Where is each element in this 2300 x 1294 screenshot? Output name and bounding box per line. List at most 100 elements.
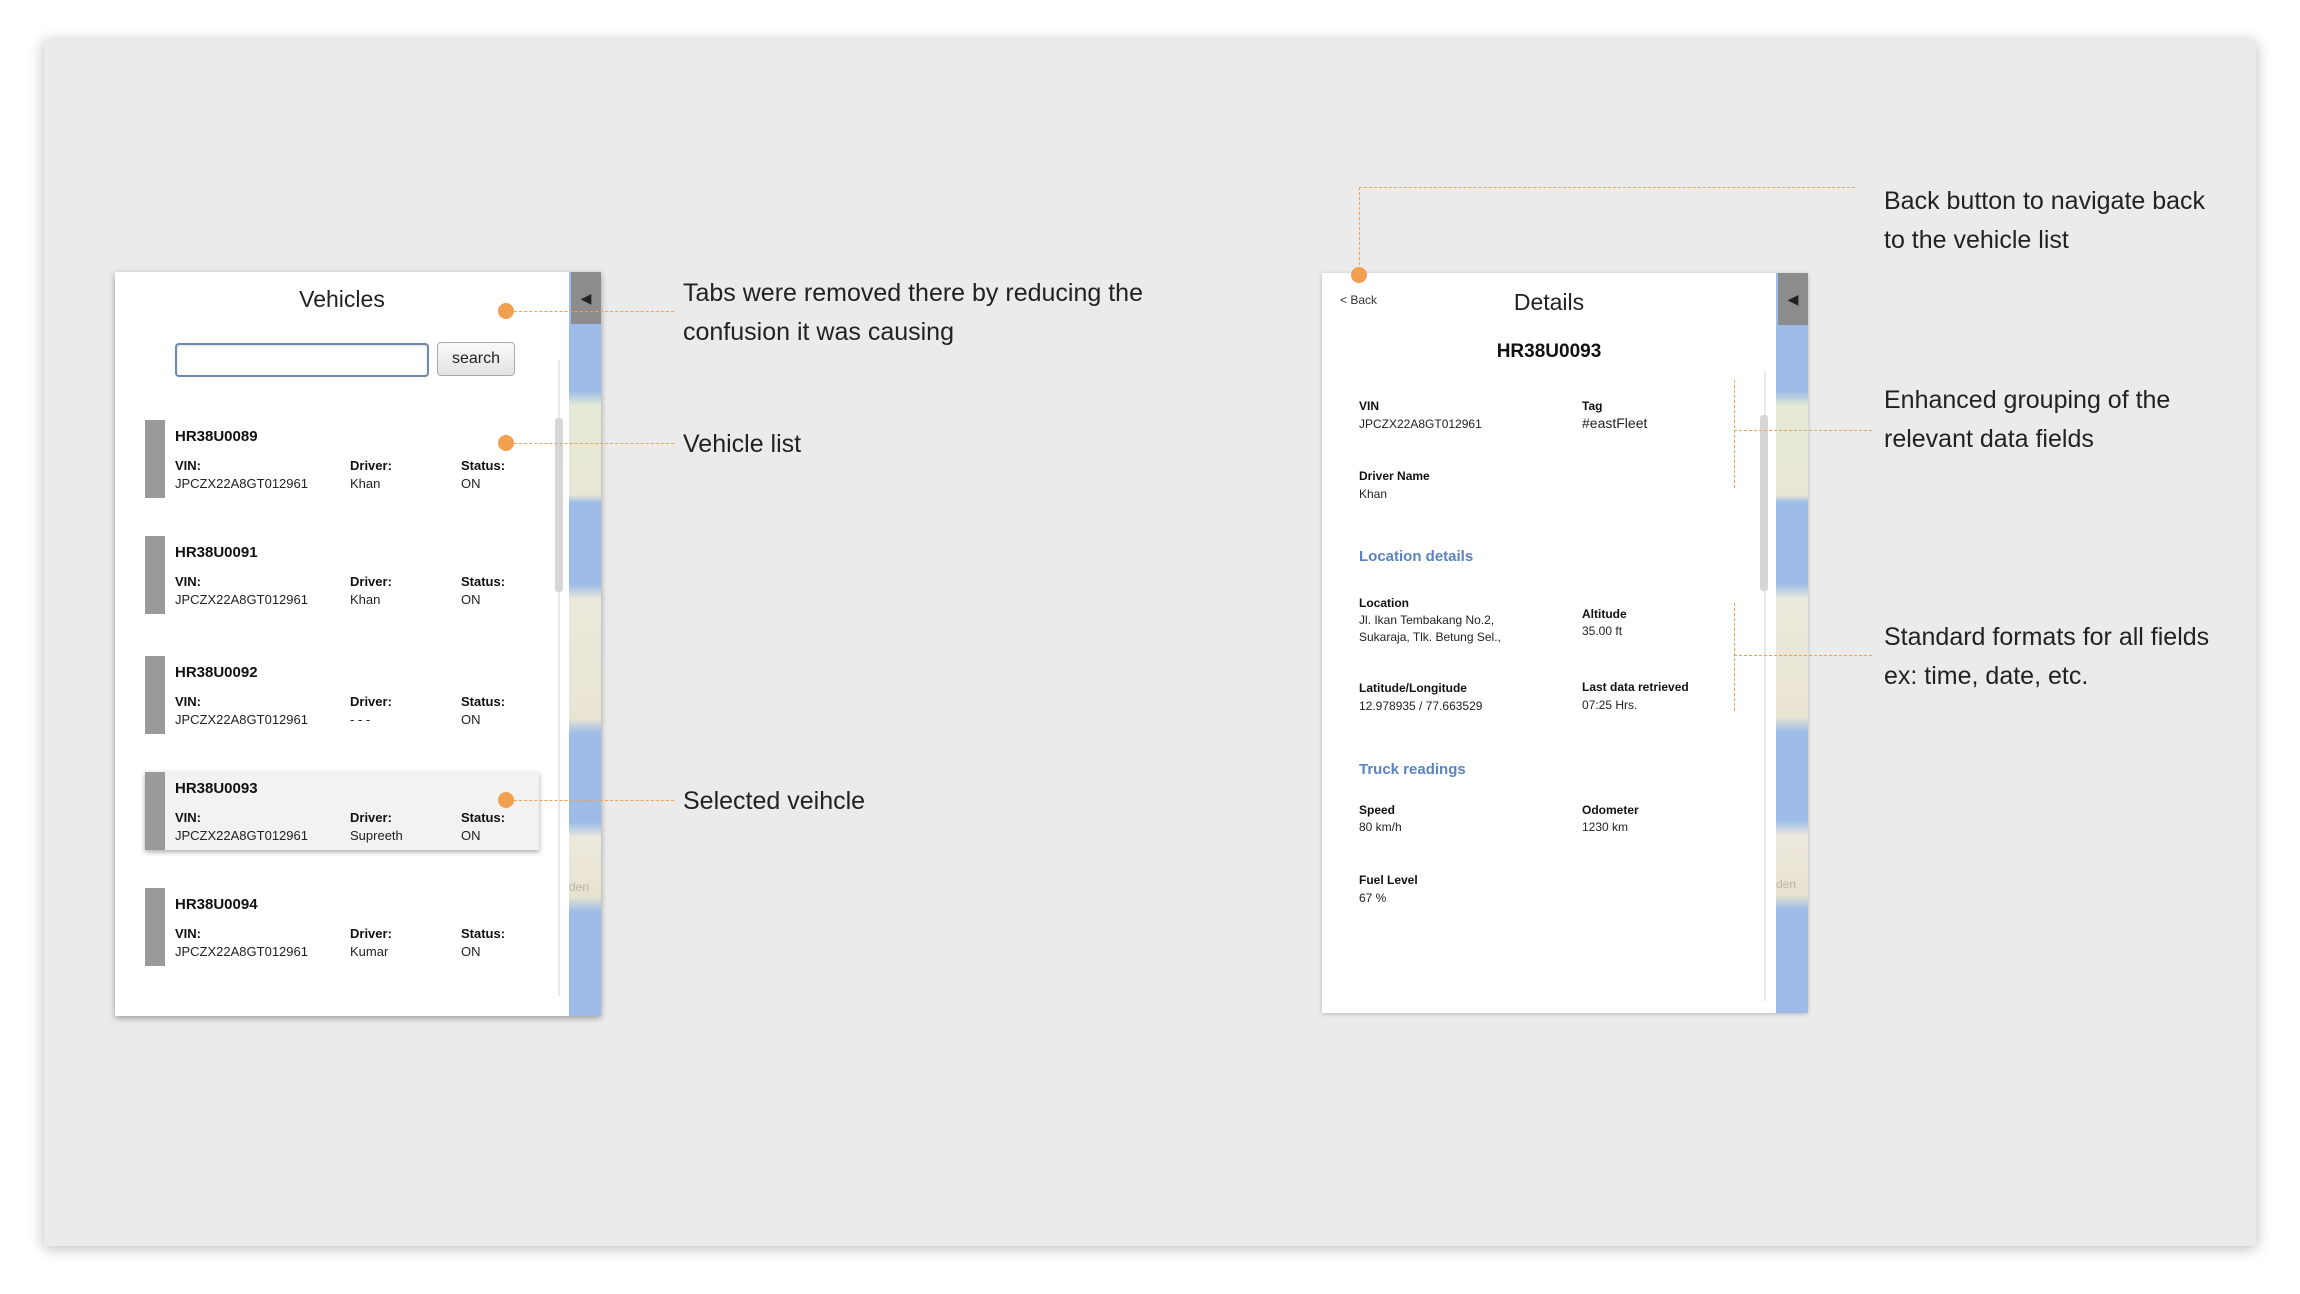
vehicle-list-item[interactable]: HR38U0094 VIN: JPCZX22A8GT012961 Driver: Kum… (145, 888, 539, 966)
status-label: Status: (461, 926, 506, 941)
vin-value: JPCZX22A8GT012961 (175, 712, 308, 727)
latlong-label: Latitude/Longitude (1359, 681, 1467, 695)
vin-value: JPCZX22A8GT012961 (175, 592, 308, 607)
vehicle-id: HR38U0089 (175, 428, 258, 445)
vehicle-color-bar (145, 420, 165, 498)
driver-label: Driver: (350, 810, 392, 825)
location-address-line2: Sukaraja, Tlk. Betung Sel., (1359, 630, 1501, 644)
vin-label: VIN: (175, 458, 201, 473)
status-label: Status: (461, 694, 506, 709)
annotation-leader-line (1734, 655, 1872, 656)
vehicle-list-item[interactable]: HR38U0092 VIN: JPCZX22A8GT012961 Driver: - -… (145, 656, 539, 734)
annotation-back-button: Back button to navigate back to the vehi… (1884, 187, 2206, 254)
annotation-dot (498, 792, 514, 808)
annotation-dot (498, 435, 514, 451)
status-label: Status: (461, 810, 506, 825)
driver-value: - - - (350, 712, 371, 727)
altitude-label: Altitude (1582, 607, 1627, 621)
status-value: ON (461, 944, 481, 959)
vehicle-color-bar (145, 536, 165, 614)
triangle-left-icon: ◀ (580, 289, 592, 306)
scrollbar-thumb[interactable] (1760, 415, 1768, 591)
truck-readings-heading: Truck readings (1359, 761, 1466, 778)
driver-value: Khan (350, 476, 381, 491)
annotation-vehicle-list: Vehicle list (683, 430, 802, 458)
vin-value: JPCZX22A8GT012961 (1359, 417, 1482, 431)
vehicle-list-item[interactable]: HR38U0091 VIN: JPCZX22A8GT012961 Driver: Kha… (145, 536, 539, 614)
annotation-leader-line (1734, 430, 1872, 431)
status-value: ON (461, 476, 481, 491)
annotation-tabs-removed: Tabs were removed there by reducing the … (683, 279, 1143, 346)
last-data-label: Last data retrieved (1582, 680, 1689, 694)
driver-value: Khan (350, 592, 381, 607)
annotation-leader-line (514, 443, 674, 444)
odometer-value: 1230 km (1582, 820, 1629, 834)
vehicle-id: HR38U0092 (175, 664, 258, 681)
vin-value: JPCZX22A8GT012961 (175, 476, 308, 491)
tag-value: #eastFleet (1582, 415, 1648, 431)
annotation-bracket (1734, 380, 1735, 488)
vehicle-id: HR38U0091 (175, 544, 258, 561)
triangle-left-icon: ◀ (1787, 290, 1799, 307)
last-data-value: 07:25 Hrs. (1582, 698, 1638, 712)
location-details-heading: Location details (1359, 548, 1474, 565)
driver-value: Supreeth (350, 828, 403, 843)
driver-name-value: Khan (1359, 487, 1388, 501)
tag-label: Tag (1582, 399, 1603, 413)
fuel-level-value: 67 % (1359, 891, 1387, 905)
status-value: ON (461, 712, 481, 727)
collapse-panel-button[interactable]: ◀ (571, 272, 601, 324)
vin-label: VIN: (175, 926, 201, 941)
annotation-dot (498, 303, 514, 319)
odometer-label: Odometer (1582, 803, 1639, 817)
speed-label: Speed (1359, 803, 1396, 817)
vehicle-color-bar (145, 888, 165, 966)
vin-label: VIN: (175, 694, 201, 709)
driver-name-label: Driver Name (1359, 469, 1430, 483)
annotation-leader-line (1359, 187, 1360, 275)
driver-label: Driver: (350, 458, 392, 473)
status-value: ON (461, 592, 481, 607)
vehicle-color-bar (145, 656, 165, 734)
annotation-bracket (1734, 603, 1735, 711)
panel-title: Details (1513, 289, 1585, 315)
search-button[interactable]: search (437, 342, 515, 376)
driver-label: Driver: (350, 926, 392, 941)
driver-label: Driver: (350, 694, 392, 709)
annotation-grouping: Enhanced grouping of the relevant data f… (1884, 386, 2171, 453)
status-label: Status: (461, 458, 506, 473)
altitude-value: 35.00 ft (1582, 624, 1623, 638)
vin-label: VIN: (175, 810, 201, 825)
status-value: ON (461, 828, 481, 843)
annotation-leader-line (514, 800, 674, 801)
vin-label: VIN (1359, 399, 1380, 413)
vehicle-id: HR38U0094 (175, 896, 258, 913)
vin-value: JPCZX22A8GT012961 (175, 944, 308, 959)
vehicle-list-item-selected[interactable]: HR38U0093 VIN: JPCZX22A8GT012961 Driver: Sup… (145, 772, 539, 850)
map-place-label: den (569, 880, 590, 894)
vehicle-color-bar (145, 772, 165, 850)
scrollbar-thumb[interactable] (555, 418, 563, 592)
location-address-line1: Jl. Ikan Tembakang No.2, (1359, 613, 1495, 627)
latlong-value: 12.978935 / 77.663529 (1359, 699, 1483, 713)
location-label: Location (1359, 596, 1409, 610)
annotation-dot (1351, 267, 1367, 283)
map-place-label: den (1776, 877, 1797, 891)
vehicle-id-heading: HR38U0093 (1496, 341, 1602, 362)
vin-value: JPCZX22A8GT012961 (175, 828, 308, 843)
annotation-selected-vehicle: Selected veihcle (683, 787, 866, 815)
collapse-panel-button[interactable]: ◀ (1778, 273, 1808, 325)
vehicles-panel: den ◀ Vehicles search HR38U0089 VIN: JPCZX… (115, 272, 601, 1016)
map-strip[interactable]: den (1776, 273, 1808, 1013)
annotation-standard-formats: Standard formats for all fields ex: time… (1884, 623, 2210, 690)
vehicle-list-item[interactable]: HR38U0089 VIN: JPCZX22A8GT012961 Driver: Kha… (145, 420, 539, 498)
status-label: Status: (461, 574, 506, 589)
vehicle-id: HR38U0093 (175, 780, 258, 797)
annotation-leader-line (1359, 187, 1855, 188)
annotation-leader-line (514, 311, 674, 312)
map-strip[interactable]: den (569, 272, 601, 1016)
details-panel: den ◀ < Back Details HR38U0093 VIN JPCZX… (1322, 273, 1808, 1013)
search-input[interactable] (175, 343, 429, 377)
driver-label: Driver: (350, 574, 392, 589)
fuel-level-label: Fuel Level (1359, 873, 1418, 887)
